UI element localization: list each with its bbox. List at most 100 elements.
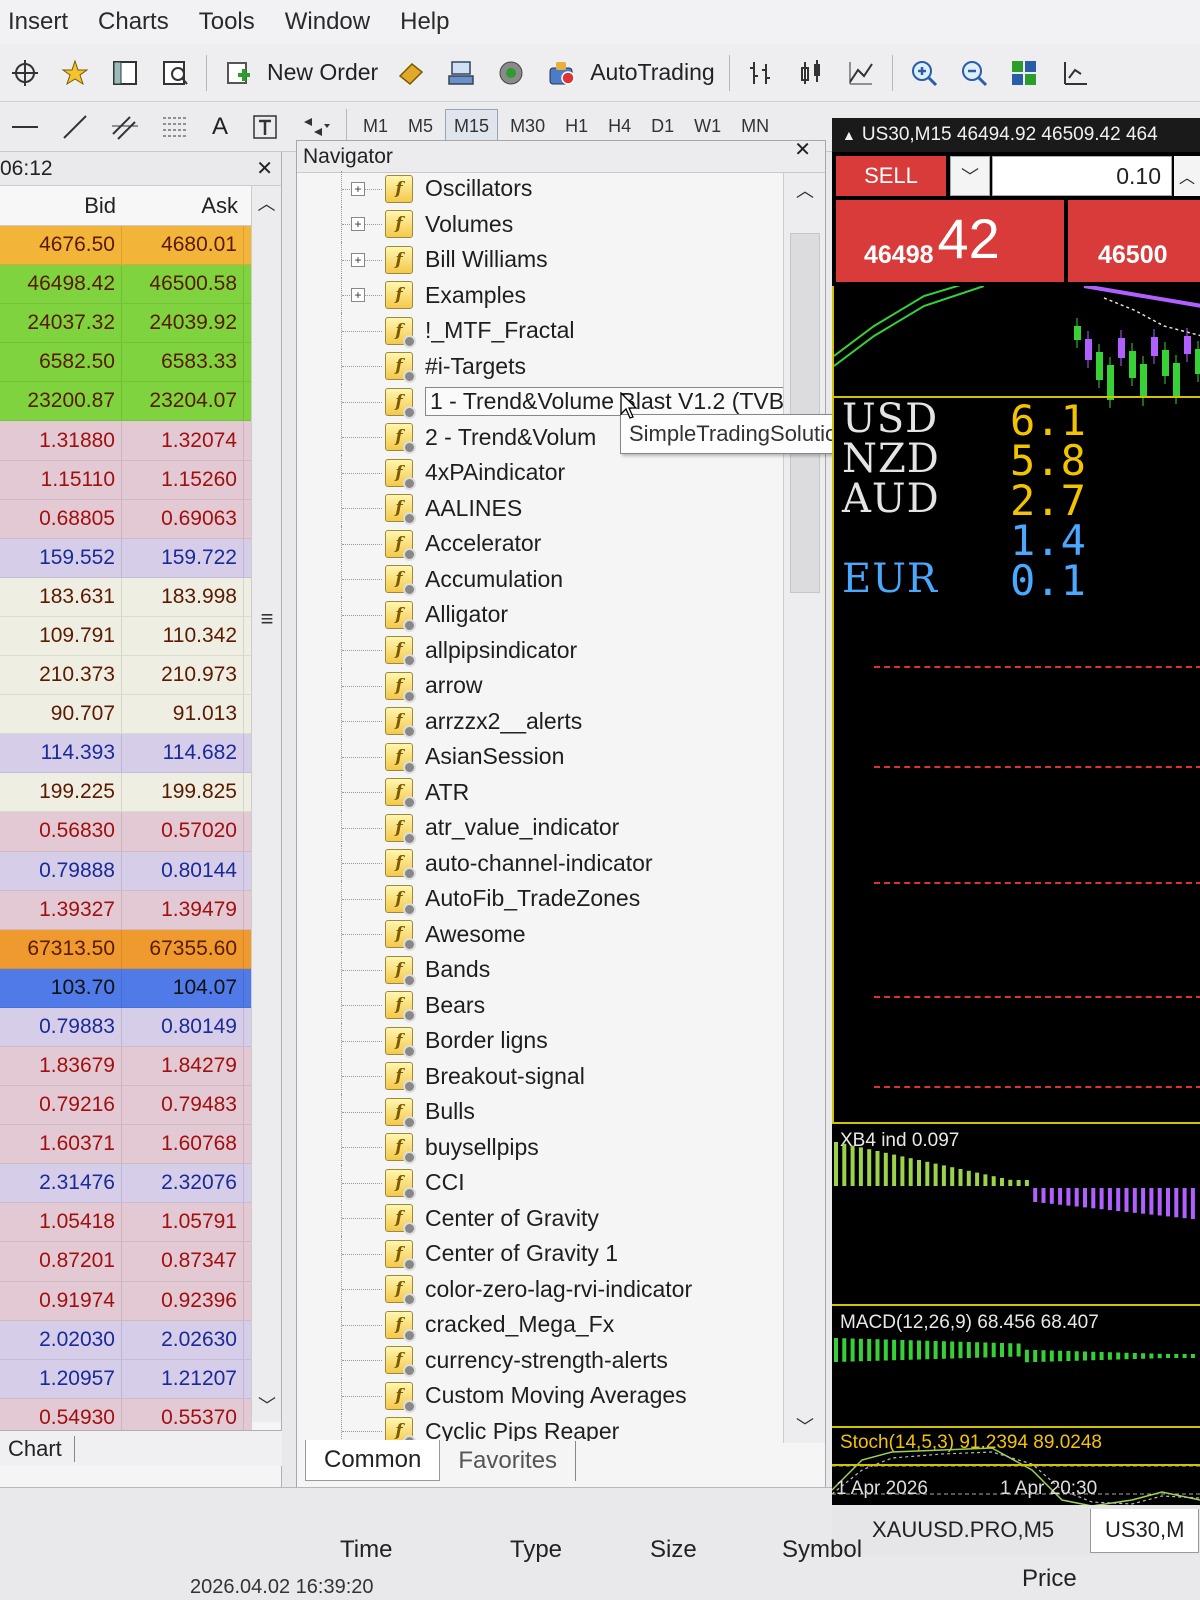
lot-increase-icon[interactable]: ︿ [1174, 156, 1200, 196]
market-watch-row[interactable]: 2.02030 2.02630 [0, 1320, 252, 1360]
navigator-indicator[interactable]: f Custom Moving Averages [297, 1378, 783, 1414]
market-watch-row[interactable]: 1.60371 1.60768 [0, 1125, 252, 1165]
trendline-icon[interactable] [57, 109, 93, 145]
market-watch-row[interactable]: 1.31880 1.32074 [0, 421, 252, 461]
col-symbol[interactable]: Symbol [782, 1536, 862, 1564]
navigator-folder[interactable]: + f Examples [297, 277, 783, 313]
macd-pane[interactable]: MACD(12,26,9) 68.456 68.407 [832, 1306, 1200, 1426]
new-order-icon[interactable] [220, 55, 256, 91]
navigator-indicator[interactable]: f Border ligns [297, 1023, 783, 1059]
navigator-folder[interactable]: + f Bill Williams [297, 242, 783, 278]
col-size[interactable]: Size [650, 1536, 697, 1564]
expand-icon[interactable]: + [351, 252, 365, 267]
navigator-indicator[interactable]: f arrzzx2__alerts [297, 703, 783, 739]
favorites-star-icon[interactable] [57, 55, 93, 91]
sell-price-button[interactable]: 46498 42 [836, 200, 1064, 282]
autotrading-icon[interactable] [543, 55, 579, 91]
bid-header[interactable]: Bid [0, 193, 122, 219]
navigator-indicator[interactable]: f atr_value_indicator [297, 810, 783, 846]
timeframe-w1[interactable]: W1 [686, 110, 729, 143]
chart-shift-icon[interactable] [1056, 55, 1092, 91]
text-tool[interactable]: A [212, 113, 228, 141]
market-watch-row[interactable]: 1.39327 1.39479 [0, 890, 252, 930]
navigator-indicator[interactable]: f AALINES [297, 490, 783, 526]
market-watch-row[interactable]: 2.31476 2.32076 [0, 1164, 252, 1204]
navigator-indicator[interactable]: f allpipsindicator [297, 632, 783, 668]
timeframe-m15[interactable]: M15 [445, 109, 499, 144]
market-watch-row[interactable]: 24037.32 24039.92 [0, 304, 252, 344]
navigator-folder[interactable]: + f Oscillators [297, 171, 783, 207]
market-watch-row[interactable]: 4676.50 4680.01 [0, 226, 252, 266]
candlestick-icon[interactable] [793, 55, 829, 91]
autotrading-button[interactable]: AutoTrading [590, 59, 714, 86]
data-window-icon[interactable] [157, 55, 193, 91]
zoom-out-icon[interactable] [956, 55, 992, 91]
market-watch-row[interactable]: 1.15110 1.15260 [0, 460, 252, 500]
navigator-indicator[interactable]: f AsianSession [297, 739, 783, 775]
market-watch-row[interactable]: 183.631 183.998 [0, 577, 252, 617]
navigator-window-icon[interactable] [107, 55, 143, 91]
market-watch-row[interactable]: 0.79883 0.80149 [0, 1007, 252, 1047]
scroll-down-icon[interactable]: ﹀ [252, 1392, 282, 1418]
scroll-down-icon[interactable]: ﹀ [784, 1413, 826, 1439]
equidistant-channel-icon[interactable] [107, 109, 143, 145]
new-order-button[interactable]: New Order [267, 59, 378, 86]
menu-window[interactable]: Window [285, 8, 370, 36]
tab-chart[interactable]: Chart [8, 1436, 62, 1462]
timeframe-h1[interactable]: H1 [557, 110, 596, 143]
navigator-indicator[interactable]: f Bands [297, 952, 783, 988]
market-watch-row[interactable]: 23200.87 23204.07 [0, 382, 252, 422]
market-watch-row[interactable]: 0.56830 0.57020 [0, 812, 252, 852]
tile-windows-icon[interactable] [1006, 55, 1042, 91]
navigator-indicator[interactable]: f color-zero-lag-rvi-indicator [297, 1271, 783, 1307]
market-watch-row[interactable]: 114.393 114.682 [0, 734, 252, 774]
market-watch-row[interactable]: 1.83679 1.84279 [0, 1046, 252, 1087]
fibonacci-icon[interactable] [157, 109, 193, 145]
line-chart-icon[interactable] [843, 55, 879, 91]
sell-button[interactable]: SELL [836, 156, 946, 196]
navigator-indicator[interactable]: f Breakout-signal [297, 1058, 783, 1094]
market-watch-row[interactable]: 0.68805 0.69063 [0, 499, 252, 539]
timeframe-mn[interactable]: MN [733, 110, 777, 143]
navigator-indicator[interactable]: f currency-strength-alerts [297, 1342, 783, 1378]
market-watch-row[interactable]: 210.373 210.973 [0, 656, 252, 696]
col-time[interactable]: Time [340, 1536, 392, 1564]
market-icon[interactable] [443, 55, 479, 91]
market-watch-row[interactable]: 109.791 110.342 [0, 616, 252, 657]
chart-collapse-icon[interactable]: ▲ [842, 127, 856, 143]
navigator-indicator[interactable]: f Awesome [297, 916, 783, 952]
buy-price-button[interactable]: 46500 [1068, 200, 1200, 282]
navigator-indicator[interactable]: f AutoFib_TradeZones [297, 881, 783, 917]
navigator-scrollbar[interactable]: ︿ ﹀ [783, 173, 825, 1443]
navigator-indicator[interactable]: f 4xPAindicator [297, 455, 783, 491]
close-icon[interactable]: ✕ [794, 137, 811, 162]
chart-tab-xauusd[interactable]: XAUUSD.PRO,M5 [858, 1509, 1068, 1553]
navigator-indicator[interactable]: f Accelerator [297, 526, 783, 562]
signals-icon[interactable] [493, 55, 529, 91]
market-watch-row[interactable]: 46498.42 46500.58 [0, 265, 252, 305]
indicator-pane-1[interactable]: XB4 ind 0.097 [832, 1124, 1200, 1304]
market-watch-row[interactable]: 0.91974 0.92396 [0, 1281, 252, 1321]
expand-icon[interactable]: + [351, 288, 365, 303]
timeframe-d1[interactable]: D1 [643, 110, 682, 143]
navigator-indicator[interactable]: f Accumulation [297, 561, 783, 597]
text-label-icon[interactable] [247, 109, 283, 145]
market-watch-row[interactable]: 199.225 199.825 [0, 773, 252, 813]
timeframe-m5[interactable]: M5 [400, 110, 441, 143]
navigator-indicator[interactable]: f #i-Targets [297, 348, 783, 384]
scroll-up-icon[interactable]: ︿ [784, 177, 826, 203]
market-watch-row[interactable]: 90.707 91.013 [0, 695, 252, 735]
col-price[interactable]: Price [1022, 1565, 1077, 1593]
menu-insert[interactable]: Insert [8, 8, 68, 36]
navigator-indicator[interactable]: f Bears [297, 987, 783, 1023]
crosshair-icon[interactable] [7, 55, 43, 91]
scroll-up-icon[interactable]: ︿ [252, 186, 281, 216]
navigator-indicator[interactable]: f Center of Gravity [297, 1200, 783, 1236]
market-watch-row[interactable]: 0.79888 0.80144 [0, 851, 252, 891]
market-watch-row[interactable]: 159.552 159.722 [0, 538, 252, 578]
timeframe-m30[interactable]: M30 [502, 110, 553, 143]
bar-chart-icon[interactable] [743, 55, 779, 91]
scroll-thumb[interactable] [790, 233, 820, 593]
expand-icon[interactable]: + [351, 181, 365, 196]
scroll-grip-icon[interactable]: ≡ [252, 606, 282, 632]
